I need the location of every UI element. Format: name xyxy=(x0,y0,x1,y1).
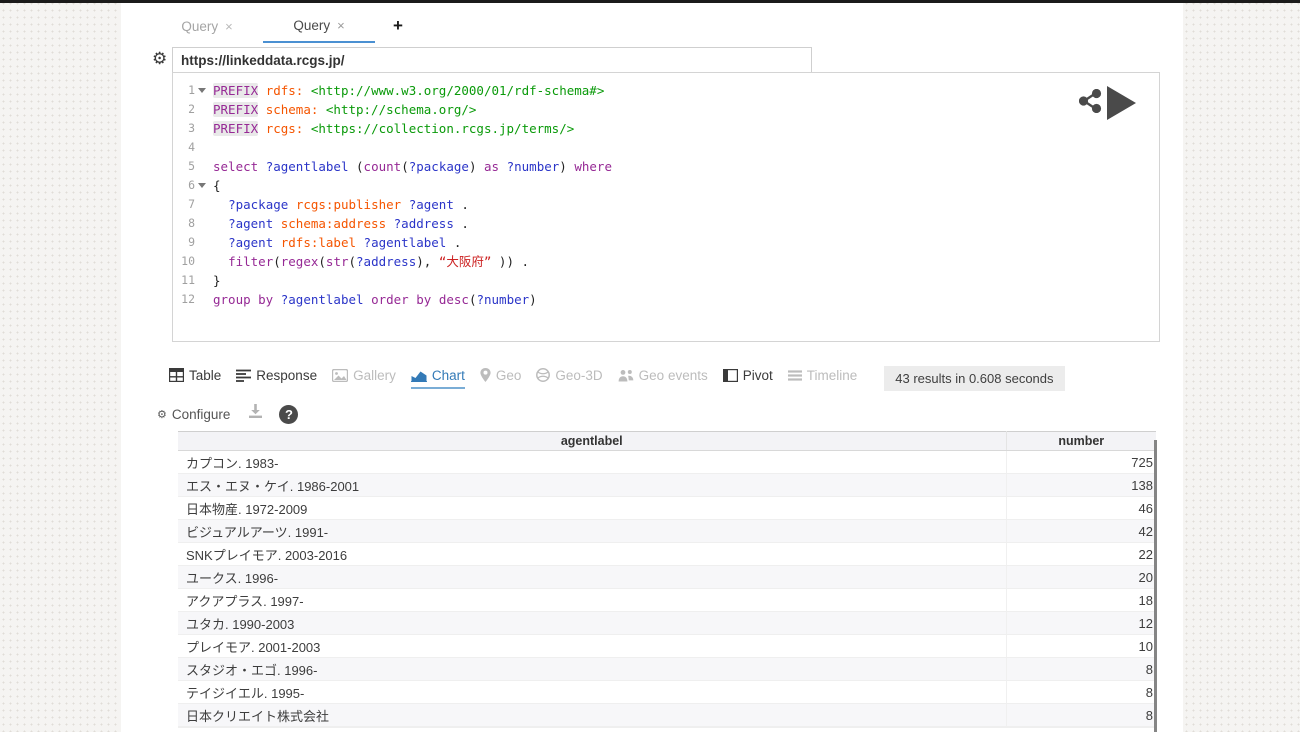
tab-response[interactable]: Response xyxy=(236,368,317,389)
column-header-number[interactable]: number xyxy=(1006,431,1156,451)
new-tab-button[interactable]: + xyxy=(393,16,403,36)
results-summary: 43 results in 0.608 seconds xyxy=(884,365,1065,391)
close-icon[interactable]: × xyxy=(337,18,345,33)
timeline-icon xyxy=(787,369,802,381)
people-icon xyxy=(618,369,633,381)
close-icon[interactable]: × xyxy=(225,19,233,34)
results-table-body: カプコン. 1983- 725 エス・エヌ・ケイ. 1986-2001 138 日本物産… xyxy=(178,450,1156,727)
gear-icon: ⚙ xyxy=(157,408,167,421)
table-row: SNKプレイモア. 2003-2016 22 xyxy=(178,542,1156,566)
query-tab-2[interactable]: Query × xyxy=(263,9,375,43)
query-tab-label: Query xyxy=(293,17,331,33)
tab-pivot[interactable]: Pivot xyxy=(722,368,773,389)
table-row: カプコン. 1983- 725 xyxy=(178,450,1156,474)
app-panel: Query × Query × + ⚙ 1PREFIX rdfs: <http:… xyxy=(121,3,1183,732)
table-row: ユタカ. 1990-2003 12 xyxy=(178,611,1156,635)
editor-tab-bar: Query × Query × + xyxy=(151,9,403,43)
column-header-agentlabel[interactable]: agentlabel xyxy=(178,431,1007,451)
help-icon[interactable]: ? xyxy=(279,404,299,424)
configure-button[interactable]: ⚙ Configure xyxy=(157,407,230,422)
table-row: ビジュアルアーツ. 1991- 42 xyxy=(178,519,1156,543)
table-icon xyxy=(169,368,184,382)
query-tab-1[interactable]: Query × xyxy=(151,9,263,43)
geo-pin-icon xyxy=(480,368,491,382)
fold-arrow-icon[interactable] xyxy=(198,88,206,93)
fold-arrow-icon[interactable] xyxy=(198,183,206,188)
gallery-icon xyxy=(332,368,349,382)
globe-icon xyxy=(536,368,551,382)
chart-icon xyxy=(410,371,427,382)
tab-geo-events[interactable]: Geo events xyxy=(618,368,708,389)
table-row: スタジオ・エゴ. 1996- 8 xyxy=(178,657,1156,681)
response-icon xyxy=(236,369,252,382)
tab-timeline[interactable]: Timeline xyxy=(787,368,857,389)
table-row: ユークス. 1996- 20 xyxy=(178,565,1156,589)
gear-icon[interactable]: ⚙ xyxy=(152,49,167,69)
tab-table[interactable]: Table xyxy=(169,368,221,389)
partial-next-row xyxy=(178,727,1156,732)
tab-geo[interactable]: Geo xyxy=(480,368,521,389)
query-tab-label: Query xyxy=(181,18,219,34)
tab-geo-3d[interactable]: Geo-3D xyxy=(536,368,603,389)
table-row: 日本クリエイト株式会社 8 xyxy=(178,703,1156,727)
query-editor[interactable]: 1 PREFIX rdfs: <http://www.w3.org/2000/01… xyxy=(172,72,1160,342)
table-row: テイジイエル. 1995- 8 xyxy=(178,680,1156,704)
tab-chart[interactable]: Chart xyxy=(410,368,465,389)
share-icon[interactable] xyxy=(1078,88,1102,118)
vertical-scrollbar[interactable] xyxy=(1154,440,1157,732)
table-row: エス・エヌ・ケイ. 1986-2001 138 xyxy=(178,473,1156,497)
endpoint-url-input[interactable] xyxy=(172,47,812,73)
table-row: プレイモア. 2001-2003 10 xyxy=(178,634,1156,658)
table-row: アクアプラス. 1997- 18 xyxy=(178,588,1156,612)
results-table: agentlabel number カプコン. 1983- 725 エス・エヌ・ケイ… xyxy=(178,431,1156,732)
download-icon[interactable] xyxy=(248,404,263,424)
results-tab-bar: Table Response Gallery Chart Geo Geo-3D … xyxy=(169,363,1065,393)
chart-toolbar: ⚙ Configure ? xyxy=(157,401,299,427)
pivot-icon xyxy=(722,368,738,382)
table-row: 日本物産. 1972-2009 46 xyxy=(178,496,1156,520)
play-icon[interactable] xyxy=(1107,86,1136,120)
query-editor-lines: 1 PREFIX rdfs: <http://www.w3.org/2000/01… xyxy=(181,83,612,307)
tab-gallery[interactable]: Gallery xyxy=(332,368,396,389)
